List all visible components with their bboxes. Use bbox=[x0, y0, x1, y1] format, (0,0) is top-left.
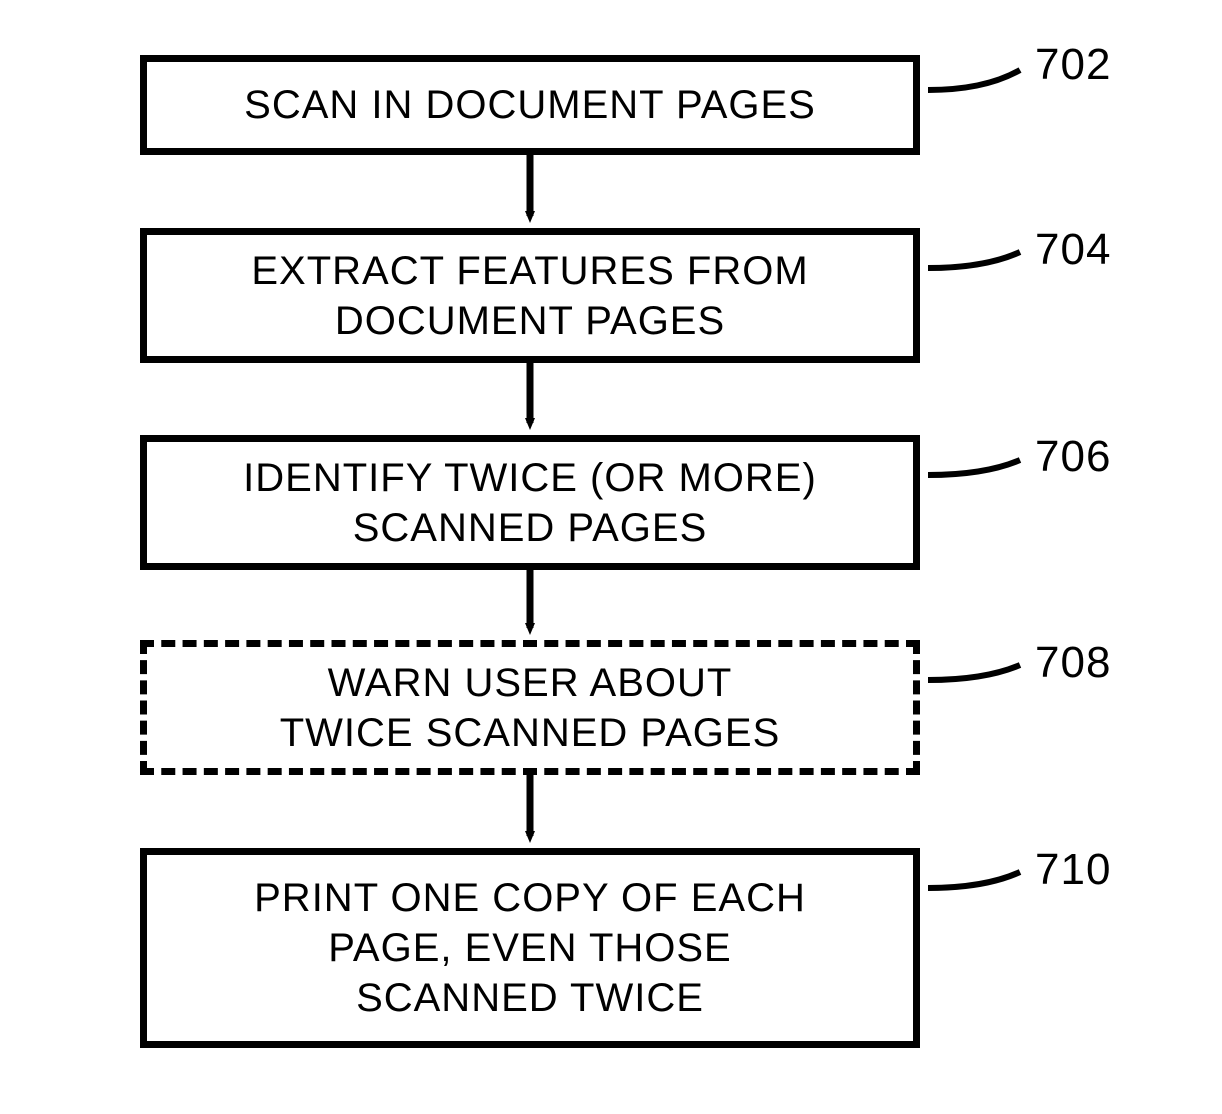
flow-step-706-text: IDENTIFY TWICE (OR MORE)SCANNED PAGES bbox=[243, 453, 817, 553]
flow-step-704: EXTRACT FEATURES FROMDOCUMENT PAGES bbox=[140, 228, 920, 363]
flow-step-704-text: EXTRACT FEATURES FROMDOCUMENT PAGES bbox=[251, 246, 808, 346]
flow-label-704: 704 bbox=[1035, 225, 1111, 275]
flow-step-710-text: PRINT ONE COPY OF EACHPAGE, EVEN THOSESC… bbox=[254, 873, 806, 1023]
flow-step-708: WARN USER ABOUTTWICE SCANNED PAGES bbox=[140, 640, 920, 775]
flow-step-708-text: WARN USER ABOUTTWICE SCANNED PAGES bbox=[280, 658, 781, 758]
flow-step-710: PRINT ONE COPY OF EACHPAGE, EVEN THOSESC… bbox=[140, 848, 920, 1048]
flow-label-706: 706 bbox=[1035, 432, 1111, 482]
flow-step-702-text: SCAN IN DOCUMENT PAGES bbox=[244, 80, 816, 130]
flow-step-706: IDENTIFY TWICE (OR MORE)SCANNED PAGES bbox=[140, 435, 920, 570]
flow-label-708: 708 bbox=[1035, 638, 1111, 688]
flow-label-710: 710 bbox=[1035, 845, 1111, 895]
flow-step-702: SCAN IN DOCUMENT PAGES bbox=[140, 55, 920, 155]
flowchart-canvas: SCAN IN DOCUMENT PAGES EXTRACT FEATURES … bbox=[0, 0, 1222, 1114]
flow-label-702: 702 bbox=[1035, 40, 1111, 90]
